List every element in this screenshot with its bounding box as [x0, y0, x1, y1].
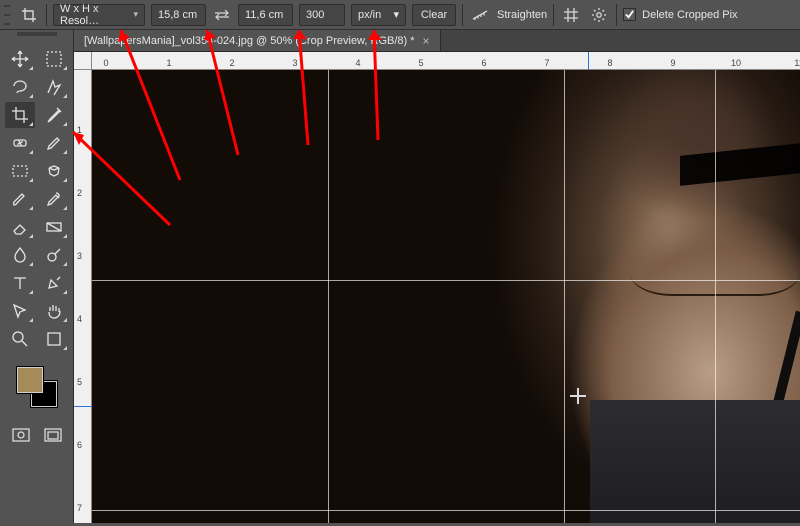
extra-tool[interactable]: [39, 326, 69, 352]
crop-grid-line: [92, 510, 800, 511]
lasso-tool[interactable]: [5, 74, 35, 100]
crop-grid-line: [564, 70, 565, 523]
crop-center-marker: [570, 388, 586, 404]
crop-grid-line: [328, 70, 329, 523]
crop-width-value: 15,8 cm: [158, 9, 197, 21]
options-bar-grip[interactable]: [4, 5, 10, 25]
healing-brush-tool[interactable]: [5, 130, 35, 156]
horizontal-ruler[interactable]: 0 1 2 3 4 5 6 7 8 9 10 11: [92, 52, 800, 70]
move-tool[interactable]: [5, 46, 35, 72]
divider: [553, 4, 554, 26]
swap-dimensions-button[interactable]: [212, 4, 232, 26]
delete-cropped-label: Delete Cropped Pix: [642, 9, 737, 21]
ruler-x-marker: [588, 52, 589, 70]
divider: [462, 4, 463, 26]
crop-grid-line: [92, 280, 800, 281]
crop-width-input[interactable]: 15,8 cm: [151, 4, 206, 26]
screenmode-icon[interactable]: [44, 428, 62, 442]
ruler-v-tick: 4: [77, 314, 82, 324]
gradient-tool[interactable]: [39, 214, 69, 240]
ruler-h-tick: 10: [731, 58, 741, 68]
eyedropper-tool[interactable]: [39, 102, 69, 128]
clone-stamp-tool[interactable]: [39, 158, 69, 184]
delete-cropped-checkbox[interactable]: [623, 8, 636, 21]
tool-grid: [4, 46, 69, 352]
hand-tool[interactable]: [39, 298, 69, 324]
ruler-h-tick: 3: [292, 58, 297, 68]
type-tool[interactable]: [5, 270, 35, 296]
crop-options-gear-icon[interactable]: [588, 4, 610, 26]
straighten-icon[interactable]: [469, 4, 491, 26]
crop-preset-label: W x H x Resol…: [60, 3, 133, 27]
divider: [616, 4, 617, 26]
dodge-tool[interactable]: [39, 242, 69, 268]
marquee-alt-tool[interactable]: [5, 158, 35, 184]
ruler-h-tick: 6: [481, 58, 486, 68]
image-content: [530, 70, 800, 523]
ruler-v-tick: 5: [77, 377, 82, 387]
crop-resolution-input[interactable]: 300: [299, 4, 345, 26]
ruler-h-tick: 11: [794, 58, 800, 68]
crop-grid-line: [715, 70, 716, 523]
toolbox-panel: [0, 30, 74, 523]
overlay-grid-button[interactable]: [560, 4, 582, 26]
crop-height-input[interactable]: 11,6 cm: [238, 4, 293, 26]
canvas-area: 0 1 2 3 4 5 6 7 8 9 10 11 1 2 3 4 5 6 7: [74, 52, 800, 523]
ruler-v-tick: 6: [77, 440, 82, 450]
ruler-corner: [74, 52, 92, 70]
history-brush-tool[interactable]: [39, 186, 69, 212]
ruler-v-tick: 2: [77, 188, 82, 198]
ruler-y-marker: [74, 406, 92, 407]
ruler-v-tick: 7: [77, 503, 82, 513]
path-select-tool[interactable]: [5, 298, 35, 324]
crop-preset-dropdown[interactable]: W x H x Resol… ▾: [53, 4, 145, 26]
pen-tool[interactable]: [39, 270, 69, 296]
eraser-tool[interactable]: [5, 214, 35, 240]
document-tab-label: [WallpapersMania]_vol354-024.jpg @ 50% (…: [84, 35, 415, 47]
crop-options-bar: W x H x Resol… ▾ 15,8 cm 11,6 cm 300 px/…: [0, 0, 800, 30]
color-swatches[interactable]: [16, 366, 62, 412]
screen-mode-icons: [4, 428, 69, 442]
document-canvas[interactable]: [92, 70, 800, 523]
ruler-v-tick: 1: [77, 125, 82, 135]
toolbox-handle[interactable]: [0, 30, 73, 38]
quick-select-tool[interactable]: [39, 74, 69, 100]
ruler-h-tick: 9: [670, 58, 675, 68]
rect-marquee-tool[interactable]: [39, 46, 69, 72]
ruler-h-tick: 1: [166, 58, 171, 68]
resolution-unit-dropdown[interactable]: px/in ▾: [351, 4, 406, 26]
ruler-h-tick: 7: [544, 58, 549, 68]
quickmask-icon[interactable]: [12, 428, 30, 442]
brush-tool[interactable]: [39, 130, 69, 156]
clear-label: Clear: [421, 9, 447, 21]
ruler-h-tick: 5: [418, 58, 423, 68]
document-tab-strip: [WallpapersMania]_vol354-024.jpg @ 50% (…: [74, 30, 800, 52]
clear-button[interactable]: Clear: [412, 4, 456, 26]
vertical-ruler[interactable]: 1 2 3 4 5 6 7: [74, 70, 92, 523]
divider: [46, 4, 47, 26]
ruler-h-tick: 0: [103, 58, 108, 68]
ruler-h-tick: 2: [229, 58, 234, 68]
chevron-down-icon: ▾: [393, 8, 399, 21]
ruler-h-tick: 4: [355, 58, 360, 68]
straighten-label[interactable]: Straighten: [497, 9, 547, 21]
crop-height-value: 11,6 cm: [245, 9, 283, 21]
document-tab[interactable]: [WallpapersMania]_vol354-024.jpg @ 50% (…: [74, 30, 441, 51]
resolution-unit-label: px/in: [358, 9, 381, 21]
blur-tool[interactable]: [5, 242, 35, 268]
crop-tool-active-icon: [18, 4, 40, 26]
ruler-h-tick: 8: [607, 58, 612, 68]
close-icon[interactable]: ×: [423, 34, 430, 48]
crop-resolution-value: 300: [306, 9, 324, 21]
crop-tool[interactable]: [5, 102, 35, 128]
foreground-swatch[interactable]: [16, 366, 44, 394]
chevron-down-icon: ▾: [133, 9, 138, 20]
zoom-tool[interactable]: [5, 326, 35, 352]
paintbrush-tool[interactable]: [5, 186, 35, 212]
ruler-v-tick: 3: [77, 251, 82, 261]
